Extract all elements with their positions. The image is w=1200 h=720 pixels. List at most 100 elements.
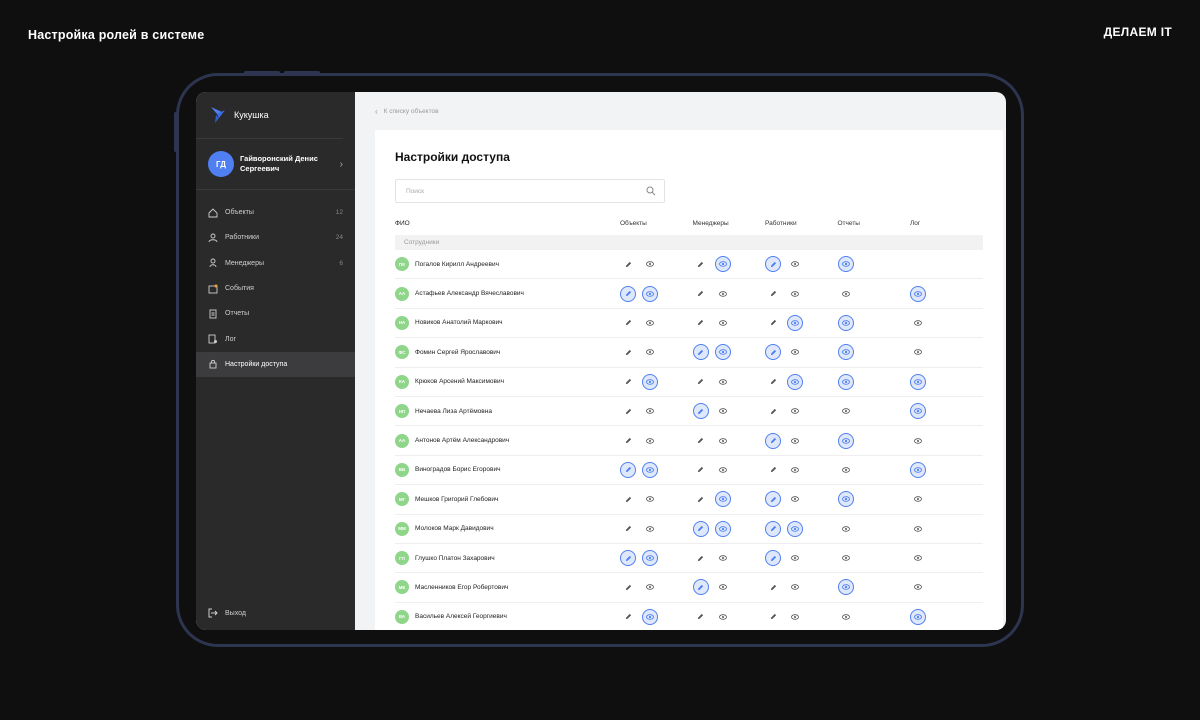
view-permission-icon[interactable] <box>715 579 731 595</box>
view-permission-icon[interactable] <box>837 314 854 331</box>
edit-permission-icon[interactable] <box>620 491 636 507</box>
edit-permission-icon[interactable] <box>692 520 709 537</box>
edit-permission-icon[interactable] <box>692 344 709 361</box>
view-permission-icon[interactable] <box>642 550 658 567</box>
edit-permission-icon[interactable] <box>693 462 709 478</box>
edit-permission-icon[interactable] <box>620 315 636 331</box>
view-permission-icon[interactable] <box>837 579 854 596</box>
view-permission-icon[interactable] <box>837 491 854 508</box>
edit-permission-icon[interactable] <box>693 286 709 302</box>
view-permission-icon[interactable] <box>715 433 731 449</box>
view-permission-icon[interactable] <box>787 550 803 566</box>
logout-button[interactable]: Выход <box>208 608 246 618</box>
view-permission-icon[interactable] <box>642 285 658 302</box>
edit-permission-icon[interactable] <box>693 433 709 449</box>
view-permission-icon[interactable] <box>642 433 658 449</box>
view-permission-icon[interactable] <box>714 344 731 361</box>
column-header[interactable]: Работники <box>765 220 838 227</box>
view-permission-icon[interactable] <box>715 550 731 566</box>
column-header[interactable]: Отчеты <box>838 220 911 227</box>
search-input[interactable] <box>404 186 646 196</box>
view-permission-icon[interactable] <box>787 520 803 537</box>
view-permission-icon[interactable] <box>787 579 803 595</box>
view-permission-icon[interactable] <box>837 256 854 273</box>
view-permission-icon[interactable] <box>714 256 731 273</box>
view-permission-icon[interactable] <box>787 256 803 272</box>
view-permission-icon[interactable] <box>642 608 658 625</box>
view-permission-icon[interactable] <box>910 403 926 420</box>
app-logo[interactable]: Кукушка <box>196 92 343 139</box>
view-permission-icon[interactable] <box>642 403 658 419</box>
view-permission-icon[interactable] <box>642 491 658 507</box>
view-permission-icon[interactable] <box>910 550 926 566</box>
view-permission-icon[interactable] <box>837 344 854 361</box>
view-permission-icon[interactable] <box>837 373 854 390</box>
view-permission-icon[interactable] <box>715 609 731 625</box>
edit-permission-icon[interactable] <box>765 432 781 449</box>
breadcrumb[interactable]: ‹ К списку объектов <box>375 92 1003 130</box>
edit-permission-icon[interactable] <box>620 609 636 625</box>
edit-permission-icon[interactable] <box>765 609 781 625</box>
column-header[interactable]: Объекты <box>620 220 693 227</box>
edit-permission-icon[interactable] <box>620 550 636 567</box>
sidebar-item-4[interactable]: Отчеты <box>196 301 355 326</box>
view-permission-icon[interactable] <box>715 315 731 331</box>
view-permission-icon[interactable] <box>910 285 926 302</box>
edit-permission-icon[interactable] <box>620 374 636 390</box>
view-permission-icon[interactable] <box>715 374 731 390</box>
view-permission-icon[interactable] <box>642 461 658 478</box>
view-permission-icon[interactable] <box>787 491 803 507</box>
view-permission-icon[interactable] <box>910 433 926 449</box>
edit-permission-icon[interactable] <box>620 521 636 537</box>
view-permission-icon[interactable] <box>838 403 854 419</box>
edit-permission-icon[interactable] <box>620 461 636 478</box>
view-permission-icon[interactable] <box>838 462 854 478</box>
edit-permission-icon[interactable] <box>765 550 781 567</box>
edit-permission-icon[interactable] <box>620 256 636 272</box>
view-permission-icon[interactable] <box>910 344 926 360</box>
view-permission-icon[interactable] <box>787 373 803 390</box>
view-permission-icon[interactable] <box>910 521 926 537</box>
view-permission-icon[interactable] <box>642 521 658 537</box>
sidebar-item-6[interactable]: Настройки доступа <box>196 351 355 378</box>
edit-permission-icon[interactable] <box>620 285 636 302</box>
column-header[interactable]: ФИО <box>395 220 620 227</box>
edit-permission-icon[interactable] <box>692 579 709 596</box>
view-permission-icon[interactable] <box>787 609 803 625</box>
sidebar-item-2[interactable]: Менеджеры 6 <box>196 251 355 276</box>
view-permission-icon[interactable] <box>642 256 658 272</box>
edit-permission-icon[interactable] <box>765 579 781 595</box>
view-permission-icon[interactable] <box>910 579 926 595</box>
edit-permission-icon[interactable] <box>765 315 781 331</box>
search-icon[interactable] <box>646 186 656 196</box>
view-permission-icon[interactable] <box>787 433 803 449</box>
view-permission-icon[interactable] <box>787 344 803 360</box>
edit-permission-icon[interactable] <box>765 286 781 302</box>
column-header[interactable]: Менеджеры <box>693 220 766 227</box>
edit-permission-icon[interactable] <box>692 403 709 420</box>
view-permission-icon[interactable] <box>642 579 658 595</box>
view-permission-icon[interactable] <box>838 550 854 566</box>
edit-permission-icon[interactable] <box>765 344 781 361</box>
view-permission-icon[interactable] <box>787 403 803 419</box>
view-permission-icon[interactable] <box>715 286 731 302</box>
edit-permission-icon[interactable] <box>620 403 636 419</box>
edit-permission-icon[interactable] <box>765 403 781 419</box>
view-permission-icon[interactable] <box>910 608 926 625</box>
view-permission-icon[interactable] <box>642 373 658 390</box>
sidebar-item-3[interactable]: События <box>196 276 355 301</box>
sidebar-item-0[interactable]: Объекты 12 <box>196 200 355 225</box>
edit-permission-icon[interactable] <box>693 609 709 625</box>
edit-permission-icon[interactable] <box>693 550 709 566</box>
edit-permission-icon[interactable] <box>765 491 781 508</box>
edit-permission-icon[interactable] <box>693 491 709 507</box>
edit-permission-icon[interactable] <box>765 462 781 478</box>
view-permission-icon[interactable] <box>910 461 926 478</box>
view-permission-icon[interactable] <box>837 432 854 449</box>
edit-permission-icon[interactable] <box>765 374 781 390</box>
edit-permission-icon[interactable] <box>765 520 781 537</box>
view-permission-icon[interactable] <box>714 491 731 508</box>
edit-permission-icon[interactable] <box>693 315 709 331</box>
view-permission-icon[interactable] <box>838 609 854 625</box>
view-permission-icon[interactable] <box>910 373 926 390</box>
